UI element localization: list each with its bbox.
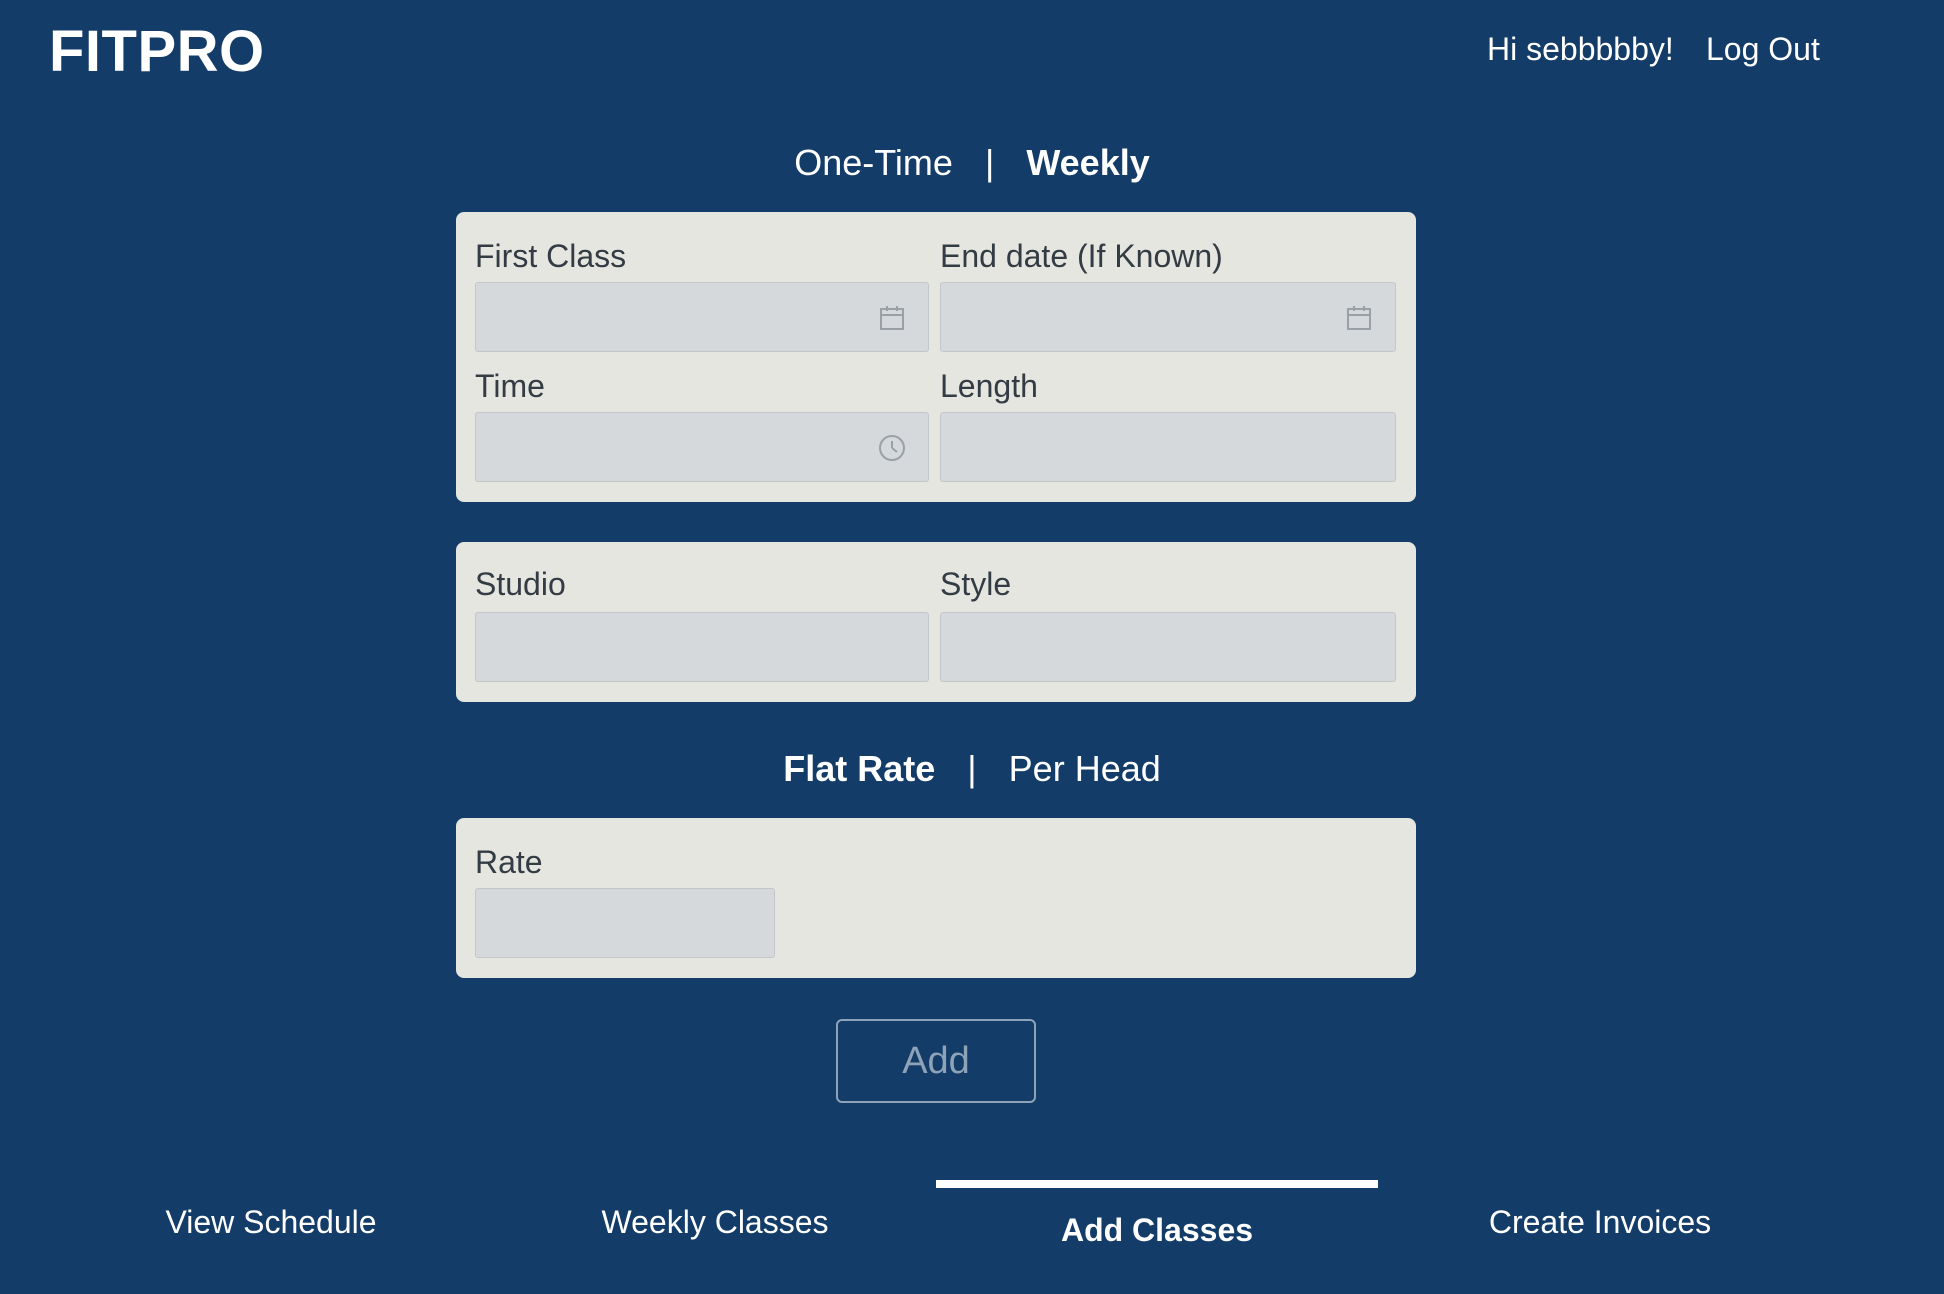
schedule-type-toggle: One-Time | Weekly bbox=[0, 142, 1944, 184]
toggle-separator: | bbox=[967, 748, 977, 789]
studio-input[interactable] bbox=[475, 612, 929, 682]
active-tab-indicator bbox=[936, 1180, 1378, 1188]
time-label: Time bbox=[475, 368, 545, 404]
one-time-option[interactable]: One-Time bbox=[794, 142, 953, 184]
style-label: Style bbox=[940, 566, 1012, 602]
weekly-option[interactable]: Weekly bbox=[1026, 142, 1149, 184]
flat-rate-option[interactable]: Flat Rate bbox=[783, 748, 935, 790]
toggle-separator: | bbox=[984, 142, 995, 183]
nav-weekly-classes[interactable]: Weekly Classes bbox=[585, 1204, 845, 1241]
app-logo: FITPRO bbox=[49, 19, 265, 84]
add-button[interactable]: Add bbox=[836, 1019, 1036, 1103]
details-card: Studio Style bbox=[456, 542, 1416, 702]
studio-label: Studio bbox=[475, 566, 566, 602]
rate-type-toggle: Flat Rate | Per Head bbox=[0, 748, 1944, 790]
length-input[interactable] bbox=[940, 412, 1396, 482]
nav-add-classes[interactable]: Add Classes bbox=[1027, 1212, 1287, 1249]
end-date-label: End date (If Known) bbox=[940, 238, 1223, 274]
calendar-icon[interactable] bbox=[878, 304, 906, 332]
end-date-input[interactable] bbox=[940, 282, 1396, 352]
rate-label: Rate bbox=[475, 844, 543, 880]
first-class-date-input[interactable] bbox=[475, 282, 929, 352]
time-input[interactable] bbox=[475, 412, 929, 482]
length-label: Length bbox=[940, 368, 1038, 404]
per-head-option[interactable]: Per Head bbox=[1009, 748, 1161, 790]
nav-create-invoices[interactable]: Create Invoices bbox=[1470, 1204, 1730, 1241]
first-class-label: First Class bbox=[475, 238, 627, 274]
calendar-icon[interactable] bbox=[1345, 304, 1373, 332]
user-greeting: Hi sebbbbby! bbox=[1487, 31, 1674, 67]
clock-icon[interactable] bbox=[878, 434, 906, 462]
rate-input[interactable] bbox=[475, 888, 775, 958]
nav-view-schedule[interactable]: View Schedule bbox=[141, 1204, 401, 1241]
style-input[interactable] bbox=[940, 612, 1396, 682]
schedule-card: First Class End date (If Known) Time Len… bbox=[456, 212, 1416, 502]
rate-card: Rate bbox=[456, 818, 1416, 978]
logout-link[interactable]: Log Out bbox=[1706, 31, 1820, 68]
